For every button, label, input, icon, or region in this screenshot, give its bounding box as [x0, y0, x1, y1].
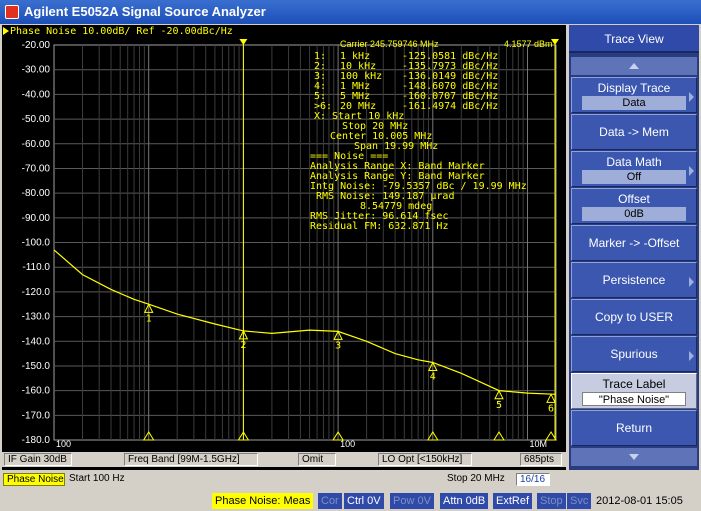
return-button[interactable]: Return	[571, 410, 697, 446]
y-tick-label: -100.0	[22, 238, 51, 249]
display-trace-button[interactable]: Display Trace Data	[571, 77, 697, 113]
marker-label-2: 2	[240, 340, 246, 351]
y-tick-label: -60.00	[22, 139, 51, 150]
band-marker-top-arrow	[239, 39, 248, 45]
power-voltage-status: Pow 0V	[390, 493, 434, 509]
y-tick-label: -90.00	[22, 213, 51, 224]
carrier-power-label: 4.1577 dBm	[504, 39, 553, 49]
persistence-button[interactable]: Persistence	[571, 262, 697, 298]
correction-status: Cor	[318, 493, 342, 509]
residual-fm: Residual FM: 632.871 Hz	[310, 221, 448, 232]
datetime-status: 2012-08-01 15:05	[596, 495, 683, 507]
freq-band-status: Freq Band [99M-1.5GHz]	[124, 453, 258, 466]
y-tick-label: -70.00	[22, 163, 51, 174]
marker-label-3: 3	[335, 340, 341, 351]
window-title: Agilent E5052A Signal Source Analyzer	[24, 4, 266, 19]
y-tick-label: -150.0	[22, 361, 51, 372]
marker-label-4: 4	[430, 372, 436, 383]
marker-label-5: 5	[496, 400, 502, 411]
y-tick-label: -40.00	[22, 89, 51, 100]
carrier-frequency-label: Carrier 245.759746 MHz	[340, 39, 439, 49]
offset-value: 0dB	[582, 207, 686, 221]
y-tick-label: -50.00	[22, 114, 51, 125]
y-tick-label: -180.0	[22, 435, 51, 446]
instrument-status-bar: Phase Noise: Meas Cor Ctrl 0V Pow 0V Att…	[0, 491, 701, 511]
x-tick-label: 10M	[529, 439, 547, 449]
attenuation-status: Attn 0dB	[440, 493, 489, 509]
active-trace-mode[interactable]: Phase Noise	[3, 473, 65, 486]
chevron-up-icon	[629, 63, 639, 69]
stop-status: Stop	[537, 493, 566, 509]
control-voltage-status: Ctrl 0V	[344, 493, 384, 509]
sweep-status-bar: Phase Noise Start 100 Hz Stop 20 MHz 16/…	[2, 472, 566, 487]
start-frequency: Start 100 Hz	[69, 473, 125, 484]
y-tick-label: -140.0	[22, 336, 51, 347]
marker-readout-value: -161.4974 dBc/Hz	[402, 101, 498, 112]
chevron-down-icon	[629, 454, 639, 460]
x-tick-label: 100	[56, 439, 71, 449]
y-tick-label: -20.00	[22, 40, 51, 51]
measurement-status: Phase Noise: Meas	[212, 493, 314, 509]
chevron-right-icon	[689, 166, 694, 176]
stop-frequency: Stop 20 MHz	[447, 473, 505, 484]
title-bar: Agilent E5052A Signal Source Analyzer	[0, 0, 701, 24]
softkey-scroll-up[interactable]	[571, 57, 697, 75]
trace-label-button[interactable]: Trace Label "Phase Noise"	[571, 373, 697, 409]
y-tick-label: -170.0	[22, 410, 51, 421]
sweep-count: 16/16	[516, 473, 550, 486]
marker-label-6: 6	[548, 403, 554, 414]
data-math-button[interactable]: Data Math Off	[571, 151, 697, 187]
external-reference-status: ExtRef	[493, 493, 533, 509]
trace-display[interactable]: Phase Noise 10.00dB/ Ref -20.00dBc/Hz -2…	[2, 25, 566, 470]
marker-label-1: 1	[146, 313, 152, 324]
if-gain-status: IF Gain 30dB	[4, 453, 72, 466]
y-tick-label: -120.0	[22, 287, 51, 298]
spurious-button[interactable]: Spurious	[571, 336, 697, 372]
trace-label-value: "Phase Noise"	[582, 392, 686, 406]
y-tick-label: -80.00	[22, 188, 51, 199]
channel-status-bar: IF Gain 30dB Freq Band [99M-1.5GHz] Omit…	[2, 452, 566, 467]
offset-button[interactable]: Offset 0dB	[571, 188, 697, 224]
y-tick-label: -30.00	[22, 65, 51, 76]
data-to-mem-button[interactable]: Data -> Mem	[571, 114, 697, 150]
points-status: 685pts	[520, 453, 562, 466]
data-math-value: Off	[582, 170, 686, 184]
y-tick-label: -110.0	[22, 262, 50, 273]
softkey-panel: Trace View Display Trace Data Data -> Me…	[569, 25, 699, 470]
y-tick-label: -130.0	[22, 312, 51, 323]
marker-to-offset-button[interactable]: Marker -> -Offset	[571, 225, 697, 261]
lo-opt-status: LO Opt [<150kHz]	[378, 453, 472, 466]
softkey-scroll-down[interactable]	[571, 448, 697, 466]
chevron-right-icon	[689, 351, 694, 361]
y-tick-label: -160.0	[22, 386, 51, 397]
omit-status: Omit	[298, 453, 336, 466]
app-window: Agilent E5052A Signal Source Analyzer Ph…	[0, 0, 701, 511]
copy-to-user-button[interactable]: Copy to USER	[571, 299, 697, 335]
app-icon	[5, 5, 19, 19]
phase-noise-chart: -20.00 -30.00 -40.00 -50.00 -60.00 -70.00 -80.…	[22, 39, 559, 449]
chevron-right-icon	[689, 277, 694, 287]
softkey-menu-title: Trace View	[569, 25, 699, 53]
service-status: Svc	[567, 493, 592, 509]
display-trace-value: Data	[582, 96, 686, 110]
chevron-right-icon	[689, 92, 694, 102]
